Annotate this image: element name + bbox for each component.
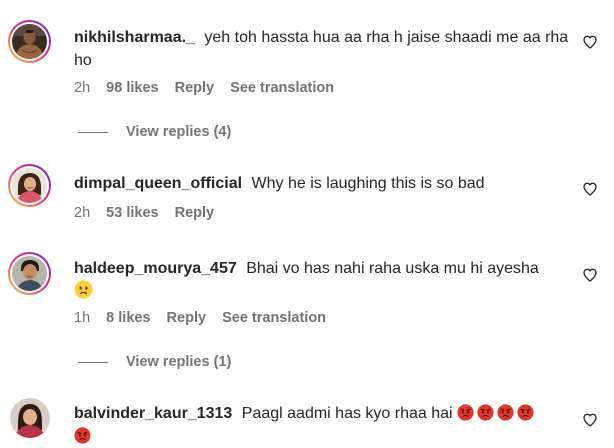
comment-likes[interactable]: 98 likes xyxy=(106,80,158,96)
avatar-story-ring[interactable] xyxy=(8,252,51,295)
avatar[interactable] xyxy=(12,24,47,59)
comment-body: haldeep_mourya_457 Bhai vo has nahi raha… xyxy=(74,257,570,303)
avatar-man-shirtless-icon xyxy=(12,24,47,59)
see-translation-button[interactable]: See translation xyxy=(222,310,326,326)
comment-likes[interactable]: 8 likes xyxy=(106,310,150,326)
avatar[interactable] xyxy=(10,398,50,438)
comment-time[interactable]: 2h xyxy=(74,80,90,96)
avatar-story-ring[interactable] xyxy=(8,164,51,207)
avatar-story-ring[interactable] xyxy=(8,20,51,63)
reply-button[interactable]: Reply xyxy=(167,310,207,326)
heart-outline-icon[interactable] xyxy=(582,267,598,283)
see-translation-button[interactable]: See translation xyxy=(230,80,334,96)
view-replies-button[interactable]: View replies (1) xyxy=(78,354,231,370)
comment-time[interactable]: 1h xyxy=(74,310,90,326)
view-replies-divider xyxy=(78,361,108,363)
comment-likes[interactable]: 53 likes xyxy=(106,205,158,221)
angry-face-emoji-icon xyxy=(477,404,494,421)
angry-face-emoji-icon xyxy=(457,404,474,421)
reply-button[interactable]: Reply xyxy=(175,205,215,221)
heart-outline-icon[interactable] xyxy=(582,34,598,50)
heart-outline-icon[interactable] xyxy=(582,181,598,197)
angry-face-emoji-icon xyxy=(74,427,91,444)
comment-username[interactable]: dimpal_queen_official xyxy=(74,175,242,192)
comment-text: Paagl aadmi has kyo rhaa hai xyxy=(241,405,453,422)
comment-text: Why he is laughing this is so bad xyxy=(251,175,485,192)
comment-body: dimpal_queen_official Why he is laughing… xyxy=(74,172,570,195)
avatar-young-man-icon xyxy=(12,256,47,291)
angry-face-emoji-icon xyxy=(497,404,514,421)
comment-meta: 2h 53 likes Reply xyxy=(74,205,226,221)
comment-text: Bhai vo has nahi raha uska mu hi ayesha xyxy=(246,260,539,277)
avatar[interactable] xyxy=(12,256,47,291)
view-replies-button[interactable]: View replies (4) xyxy=(78,124,231,140)
comment-body: nikhilsharmaa._ yeh toh hassta hua aa rh… xyxy=(74,26,570,72)
worried-face-emoji-icon xyxy=(74,280,93,299)
avatar[interactable] xyxy=(12,168,47,203)
angry-face-emoji-icon xyxy=(517,404,534,421)
comment-meta: 1h 8 likes Reply See translation xyxy=(74,310,338,326)
comment-username[interactable]: haldeep_mourya_457 xyxy=(74,260,237,277)
view-replies-label: View replies (4) xyxy=(126,124,232,140)
avatar-woman-icon xyxy=(12,168,47,203)
heart-outline-icon[interactable] xyxy=(582,412,598,428)
avatar-woman-portrait-icon xyxy=(10,398,50,438)
comment-time[interactable]: 2h xyxy=(74,205,90,221)
comment-meta: 2h 98 likes Reply See translation xyxy=(74,80,346,96)
comment-username[interactable]: balvinder_kaur_1313 xyxy=(74,405,232,422)
comment-username[interactable]: nikhilsharmaa._ xyxy=(74,29,195,46)
comment-body: balvinder_kaur_1313 Paagl aadmi has kyo … xyxy=(74,402,570,448)
reply-button[interactable]: Reply xyxy=(175,80,215,96)
view-replies-label: View replies (1) xyxy=(126,354,232,370)
view-replies-divider xyxy=(78,131,108,133)
